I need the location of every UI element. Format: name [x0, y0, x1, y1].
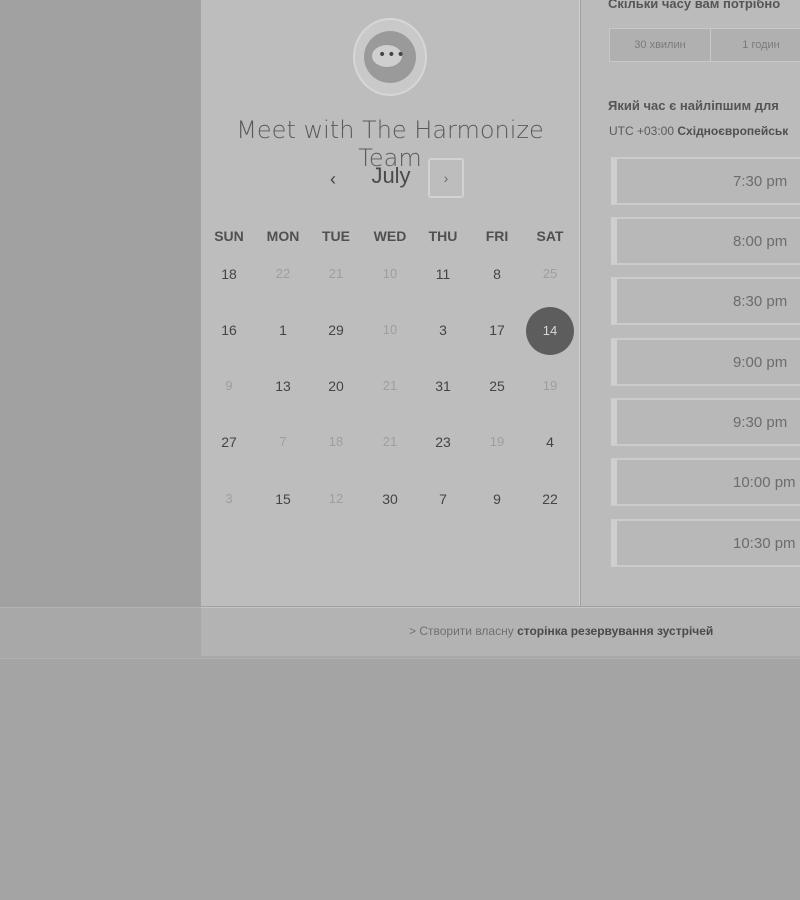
calendar-day[interactable]: 29	[309, 322, 363, 338]
weekday-thu: THU	[428, 228, 458, 244]
duration-question: Скільки часу вам потрібно	[608, 0, 781, 11]
calendar-day[interactable]: 1	[256, 322, 310, 338]
calendar-day: 10	[382, 266, 398, 281]
timezone-label: UTC +03:00 Східноєвропейськ	[609, 124, 788, 138]
team-avatar: •••	[353, 18, 427, 96]
time-slot-button[interactable]: 8:30 pm	[611, 277, 800, 325]
time-slot-label: 8:30 pm	[733, 293, 788, 310]
calendar-day[interactable]: 22	[523, 491, 577, 507]
calendar-day[interactable]: 4	[523, 434, 577, 450]
weekday-mon: MON	[266, 228, 300, 244]
time-slot-button[interactable]: 9:00 pm	[611, 338, 800, 386]
calendar-day: 12	[328, 491, 344, 506]
calendar-day-selected[interactable]: 14	[526, 307, 574, 355]
calendar-day: 21	[382, 378, 398, 393]
calendar-day: 18	[328, 434, 344, 449]
calendar-day[interactable]: 8	[470, 266, 524, 282]
calendar-day: 22	[275, 266, 291, 281]
time-slot-button[interactable]: 8:00 pm	[611, 217, 800, 265]
next-month-button[interactable]: ›	[428, 158, 464, 198]
calendar-day[interactable]: 20	[309, 378, 363, 394]
calendar-card: ••• Meet with The Harmonize Team ‹ July …	[201, 0, 580, 606]
calendar-day: 19	[542, 378, 558, 393]
calendar-day[interactable]: 7	[416, 491, 470, 507]
calendar-day: 25	[542, 266, 558, 281]
weekday-sat: SAT	[536, 228, 564, 244]
calendar-day[interactable]: 15	[256, 491, 310, 507]
calendar-day[interactable]: 25	[470, 378, 524, 394]
calendar-day[interactable]: 23	[416, 434, 470, 450]
calendar-day: 9	[225, 378, 233, 393]
duration-60-button[interactable]: 1 годин	[711, 29, 800, 61]
calendar-day[interactable]: 13	[256, 378, 310, 394]
footer: > Створити власну сторінка резервування …	[201, 607, 800, 656]
calendar-day[interactable]: 16	[202, 322, 256, 338]
calendar-day: 3	[225, 491, 233, 506]
calendar-day[interactable]: 30	[363, 491, 417, 507]
calendar-day[interactable]: 11	[416, 266, 470, 282]
chat-bubble-icon: •••	[364, 31, 416, 83]
calendar-day: 19	[489, 434, 505, 449]
footer-text: > Створити власну сторінка резервування …	[409, 624, 713, 638]
time-slot-label: 7:30 pm	[733, 173, 788, 190]
time-slot-button[interactable]: 10:00 pm	[611, 458, 800, 506]
calendar-day: 7	[279, 434, 287, 449]
prev-month-button[interactable]: ‹	[321, 166, 345, 192]
chevron-right-icon: ›	[443, 170, 449, 186]
calendar-day: 10	[382, 322, 398, 337]
calendar-day[interactable]: 31	[416, 378, 470, 394]
booking-panel: Скільки часу вам потрібно 30 хвилин 1 го…	[581, 0, 800, 606]
month-label: July	[371, 163, 411, 188]
calendar-day: 21	[382, 434, 398, 449]
time-slot-label: 8:00 pm	[733, 233, 788, 250]
timezone-name: Східноєвропейськ	[677, 124, 789, 138]
time-slot-button[interactable]: 9:30 pm	[611, 398, 800, 446]
calendar-day[interactable]: 18	[202, 266, 256, 282]
calendar-day[interactable]: 3	[416, 322, 470, 338]
time-question: Який час є найліпшим для	[608, 98, 779, 113]
chevron-left-icon: ‹	[330, 169, 336, 189]
weekday-tue: TUE	[322, 228, 350, 244]
duration-30-button[interactable]: 30 хвилин	[610, 29, 711, 61]
time-slot-label: 9:30 pm	[733, 414, 788, 431]
time-slot-button[interactable]: 7:30 pm	[611, 157, 800, 205]
time-slot-label: 10:00 pm	[733, 474, 796, 491]
weekday-wed: WED	[373, 228, 407, 244]
footer-prefix: > Створити власну	[409, 624, 514, 638]
timezone-offset: UTC +03:00	[609, 124, 675, 138]
duration-selector: 30 хвилин 1 годин	[609, 28, 800, 62]
calendar-day[interactable]: 17	[470, 322, 524, 338]
calendar-day[interactable]: 9	[470, 491, 524, 507]
time-slot-label: 9:00 pm	[733, 354, 788, 371]
create-booking-page-link[interactable]: сторінка резервування зустрічей	[517, 624, 713, 638]
weekday-sun: SUN	[214, 228, 244, 244]
calendar-day[interactable]: 27	[202, 434, 256, 450]
weekday-fri: FRI	[485, 228, 509, 244]
time-slot-button[interactable]: 10:30 pm	[611, 519, 800, 567]
calendar-day: 21	[328, 266, 344, 281]
time-slot-label: 10:30 pm	[733, 535, 796, 552]
